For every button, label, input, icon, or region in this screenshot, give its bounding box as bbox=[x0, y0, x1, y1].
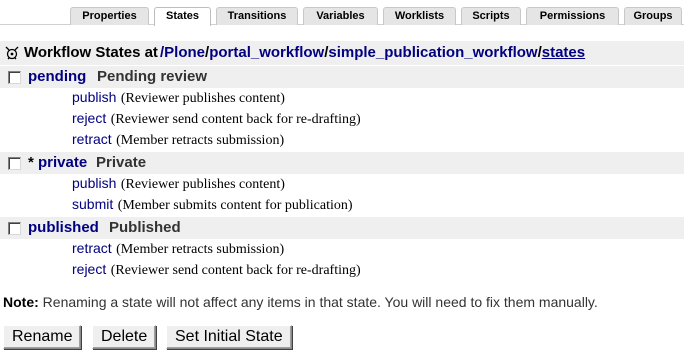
tab-properties[interactable]: Properties bbox=[70, 7, 149, 25]
breadcrumb-states[interactable]: states bbox=[542, 44, 585, 61]
transition-description: (Reviewer publishes content) bbox=[120, 91, 285, 106]
breadcrumb-simple-publication-workflow[interactable]: simple_publication_workflow bbox=[328, 44, 537, 61]
tab-scripts[interactable]: Scripts bbox=[461, 7, 521, 25]
rename-note: Note: Renaming a state will not affect a… bbox=[3, 293, 598, 311]
transition-link-retract[interactable]: retract bbox=[72, 240, 112, 256]
transition-row: retract (Member retracts submission) bbox=[72, 129, 284, 150]
state-checkbox-pending[interactable] bbox=[8, 71, 21, 84]
rename-button[interactable]: Rename bbox=[3, 325, 82, 349]
state-row-pending: pending Pending review bbox=[0, 66, 684, 88]
transition-link-submit[interactable]: submit bbox=[72, 196, 113, 212]
transition-row: publish (Reviewer publishes content) bbox=[72, 173, 285, 194]
transition-row: retract (Member retracts submission) bbox=[72, 238, 284, 259]
state-title-published: Published bbox=[109, 219, 181, 236]
transition-description: (Reviewer send content back for re-draft… bbox=[110, 112, 361, 127]
note-text: Renaming a state will not affect any ite… bbox=[42, 294, 598, 310]
state-checkbox-published[interactable] bbox=[8, 222, 21, 235]
transition-description: (Member retracts submission) bbox=[116, 242, 285, 257]
state-link-private[interactable]: private bbox=[38, 152, 87, 174]
tab-worklists[interactable]: Worklists bbox=[383, 7, 456, 25]
state-link-published[interactable]: published bbox=[28, 217, 99, 239]
delete-button[interactable]: Delete bbox=[92, 325, 157, 349]
tab-states[interactable]: States bbox=[154, 7, 211, 26]
transition-description: (Reviewer send content back for re-draft… bbox=[110, 263, 361, 278]
transition-row: reject (Reviewer send content back for r… bbox=[72, 108, 361, 129]
transition-link-publish[interactable]: publish bbox=[72, 175, 116, 191]
transition-row: reject (Reviewer send content back for r… bbox=[72, 259, 361, 280]
transition-link-reject[interactable]: reject bbox=[72, 261, 106, 277]
state-row-published: published Published bbox=[0, 217, 684, 239]
breadcrumb-plone[interactable]: /Plone bbox=[160, 44, 205, 61]
state-checkbox-private[interactable] bbox=[8, 157, 21, 170]
set-initial-state-button[interactable]: Set Initial State bbox=[166, 325, 292, 349]
tab-variables[interactable]: Variables bbox=[303, 7, 378, 25]
page-header: Workflow States at /Plone/portal_workflo… bbox=[0, 41, 684, 65]
transition-link-publish[interactable]: publish bbox=[72, 89, 116, 105]
breadcrumb-portal-workflow[interactable]: portal_workflow bbox=[209, 44, 324, 61]
state-link-pending[interactable]: pending bbox=[28, 66, 86, 88]
tab-permissions[interactable]: Permissions bbox=[526, 7, 619, 25]
transition-description: (Member retracts submission) bbox=[116, 133, 285, 148]
workflow-icon bbox=[5, 46, 19, 60]
transition-description: (Member submits content for publication) bbox=[117, 198, 353, 213]
tab-bar: Properties States Transitions Variables … bbox=[0, 0, 684, 26]
transition-row: submit (Member submits content for publi… bbox=[72, 194, 353, 215]
transition-description: (Reviewer publishes content) bbox=[120, 177, 285, 192]
transition-row: publish (Reviewer publishes content) bbox=[72, 87, 285, 108]
tab-transitions[interactable]: Transitions bbox=[216, 7, 298, 25]
page-title: Workflow States at bbox=[24, 44, 158, 61]
transition-link-retract[interactable]: retract bbox=[72, 131, 112, 147]
state-title-private: Private bbox=[96, 154, 147, 171]
initial-state-marker: * bbox=[28, 154, 34, 171]
note-label: Note: bbox=[3, 294, 39, 310]
breadcrumb: /Plone/portal_workflow/simple_publicatio… bbox=[160, 41, 585, 65]
state-title-pending: Pending review bbox=[97, 68, 208, 85]
tab-groups[interactable]: Groups bbox=[624, 7, 682, 25]
transition-link-reject[interactable]: reject bbox=[72, 110, 106, 126]
state-row-private: * private Private bbox=[0, 152, 684, 174]
